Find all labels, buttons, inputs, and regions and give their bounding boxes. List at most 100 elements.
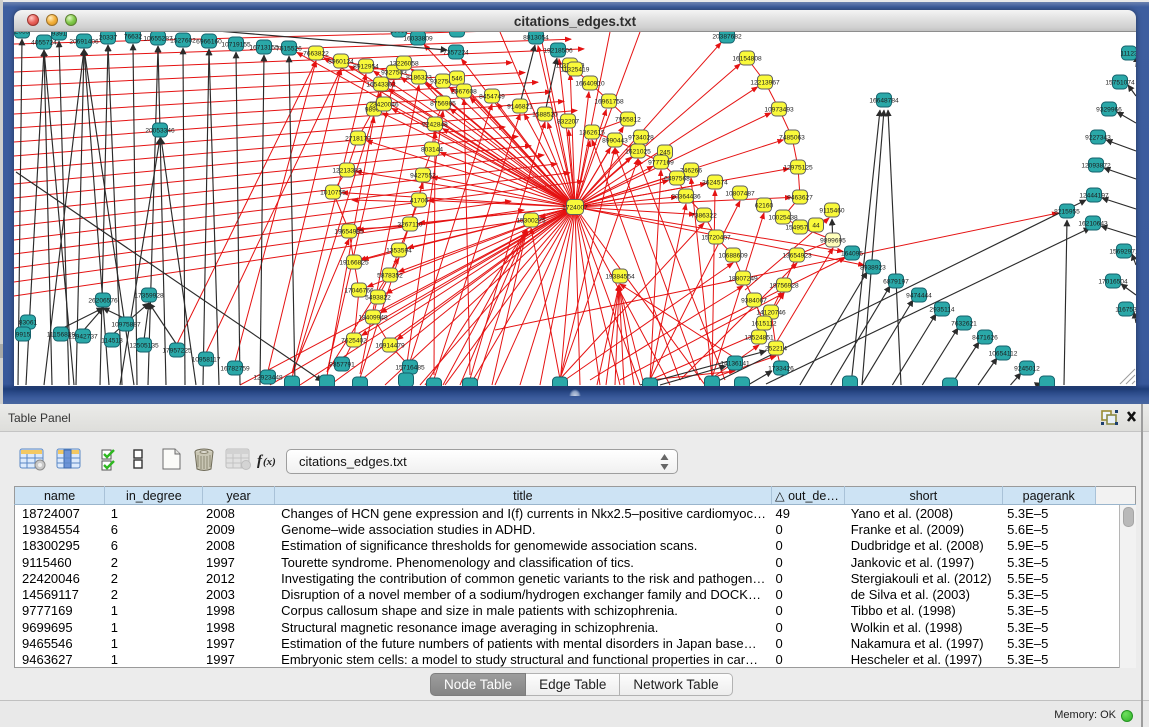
svg-text:1527602: 1527602 (170, 38, 196, 45)
svg-text:8990443: 8990443 (602, 138, 628, 145)
svg-text:12093872: 12093872 (1081, 163, 1111, 170)
svg-text:1588520: 1588520 (532, 112, 558, 119)
svg-text:20691406: 20691406 (69, 39, 99, 46)
svg-text:26206576: 26206576 (88, 298, 118, 305)
svg-text:10975887: 10975887 (111, 322, 141, 329)
svg-text:12942737: 12942737 (68, 334, 98, 341)
svg-text:15716485: 15716485 (395, 365, 425, 372)
svg-text:8186323: 8186323 (406, 75, 432, 82)
svg-text:4055724: 4055724 (31, 40, 57, 47)
svg-text:19654985: 19654985 (334, 229, 364, 236)
svg-text:6966160: 6966160 (196, 39, 222, 46)
svg-text:8960124: 8960124 (328, 59, 354, 66)
svg-text:10807487: 10807487 (725, 191, 755, 198)
svg-text:10958117: 10958117 (192, 357, 221, 364)
svg-text:16543362: 16543362 (366, 82, 396, 89)
svg-text:13654923: 13654923 (782, 253, 812, 260)
svg-text:6497568: 6497568 (664, 176, 690, 183)
svg-text:8471626: 8471626 (972, 335, 998, 342)
svg-text:62160: 62160 (755, 203, 774, 210)
svg-text:1010755: 1010755 (320, 190, 346, 197)
svg-text:9384067: 9384067 (741, 298, 767, 305)
svg-text:8454749: 8454749 (479, 94, 505, 101)
svg-text:7515526: 7515526 (276, 46, 302, 53)
svg-text:12444197: 12444197 (1079, 193, 1109, 200)
svg-text:16033: 16033 (390, 32, 409, 35)
svg-text:14120746: 14120746 (756, 310, 786, 317)
svg-text:16648784: 16648784 (869, 98, 899, 105)
svg-text:9777169: 9777169 (648, 160, 674, 167)
svg-text:(x): (x) (263, 456, 276, 468)
svg-text:9474444: 9474444 (906, 293, 932, 300)
svg-text:17046766: 17046766 (344, 288, 374, 295)
svg-text:3624574: 3624574 (702, 180, 728, 187)
svg-text:12975125: 12975125 (783, 165, 813, 172)
svg-text:19218506: 19218506 (543, 48, 573, 55)
svg-text:9463627: 9463627 (787, 195, 813, 202)
svg-text:7632621: 7632621 (951, 321, 977, 328)
svg-text:16640910: 16640910 (575, 81, 605, 88)
svg-text:15751074: 15751074 (1105, 80, 1135, 87)
svg-text:7386322: 7386322 (691, 213, 717, 220)
svg-text:76632: 76632 (124, 34, 143, 41)
svg-text:8215955: 8215955 (1054, 209, 1080, 216)
svg-text:8813054: 8813054 (523, 35, 549, 42)
svg-text:20364436: 20364436 (671, 194, 701, 201)
svg-text:832207: 832207 (557, 119, 579, 126)
svg-text:9857791: 9857791 (329, 362, 355, 369)
svg-text:7357224: 7357224 (443, 50, 469, 57)
svg-text:114513: 114513 (101, 338, 123, 345)
svg-text:18409948: 18409948 (358, 315, 388, 322)
svg-text:8938923: 8938923 (860, 265, 886, 272)
svg-text:19384554: 19384554 (605, 274, 635, 281)
svg-text:8912954: 8912954 (353, 64, 379, 71)
svg-text:9245012: 9245012 (1014, 366, 1040, 373)
svg-text:2055: 2055 (15, 32, 30, 36)
svg-text:3267110: 3267110 (397, 222, 423, 229)
svg-text:9242848: 9242848 (422, 122, 448, 129)
svg-text:1353594: 1353594 (386, 248, 412, 255)
svg-text:164095: 164095 (841, 251, 863, 258)
svg-text:11325419: 11325419 (561, 67, 590, 74)
svg-text:8756985: 8756985 (430, 101, 456, 108)
svg-text:2967608: 2967608 (451, 89, 477, 96)
svg-text:13226058: 13226058 (389, 61, 419, 68)
svg-text:2935114: 2935114 (929, 307, 955, 314)
svg-text:9329966: 9329966 (1096, 107, 1122, 114)
svg-text:44: 44 (812, 223, 820, 230)
svg-text:9915: 9915 (16, 332, 31, 339)
svg-text:23420046: 23420046 (369, 102, 399, 109)
svg-text:7485063: 7485063 (779, 135, 805, 142)
svg-text:16154808: 16154808 (732, 56, 762, 63)
svg-text:20387682: 20387682 (712, 34, 742, 41)
svg-text:19166825: 19166825 (339, 260, 369, 267)
svg-text:7625402: 7625402 (341, 338, 367, 345)
svg-text:12923448: 12923448 (253, 375, 283, 382)
svg-text:15692971: 15692971 (1109, 249, 1136, 256)
svg-text:12505135: 12505135 (129, 343, 159, 350)
svg-text:1615112: 1615112 (751, 321, 777, 328)
svg-text:10688609: 10688609 (718, 253, 748, 260)
svg-text:15300275: 15300275 (516, 218, 546, 225)
svg-text:5878352: 5878352 (377, 273, 403, 280)
svg-text:10654112: 10654112 (989, 351, 1018, 358)
svg-text:10973493: 10973493 (764, 107, 794, 114)
svg-text:10655287: 10655287 (143, 36, 173, 43)
svg-text:546: 546 (451, 76, 462, 83)
svg-text:9734028: 9734028 (628, 135, 654, 142)
svg-text:41700: 41700 (410, 198, 429, 205)
svg-text:5493822: 5493822 (365, 295, 391, 302)
svg-text:17957225: 17957225 (162, 348, 192, 355)
svg-text:9391: 9391 (52, 32, 67, 38)
svg-text:9115460: 9115460 (819, 208, 845, 215)
svg-text:19756928: 19756928 (769, 283, 799, 290)
svg-text:16210643: 16210643 (1078, 221, 1108, 228)
svg-text:116753: 116753 (1115, 307, 1136, 314)
svg-text:83061: 83061 (19, 320, 38, 327)
svg-text:2718170: 2718170 (345, 136, 371, 143)
svg-text:1621025: 1621025 (625, 149, 651, 156)
svg-text:6879197: 6879197 (883, 279, 909, 286)
svg-text:252214: 252214 (765, 346, 787, 353)
svg-text:9146821: 9146821 (507, 104, 533, 111)
svg-text:7663822: 7663822 (303, 51, 329, 58)
